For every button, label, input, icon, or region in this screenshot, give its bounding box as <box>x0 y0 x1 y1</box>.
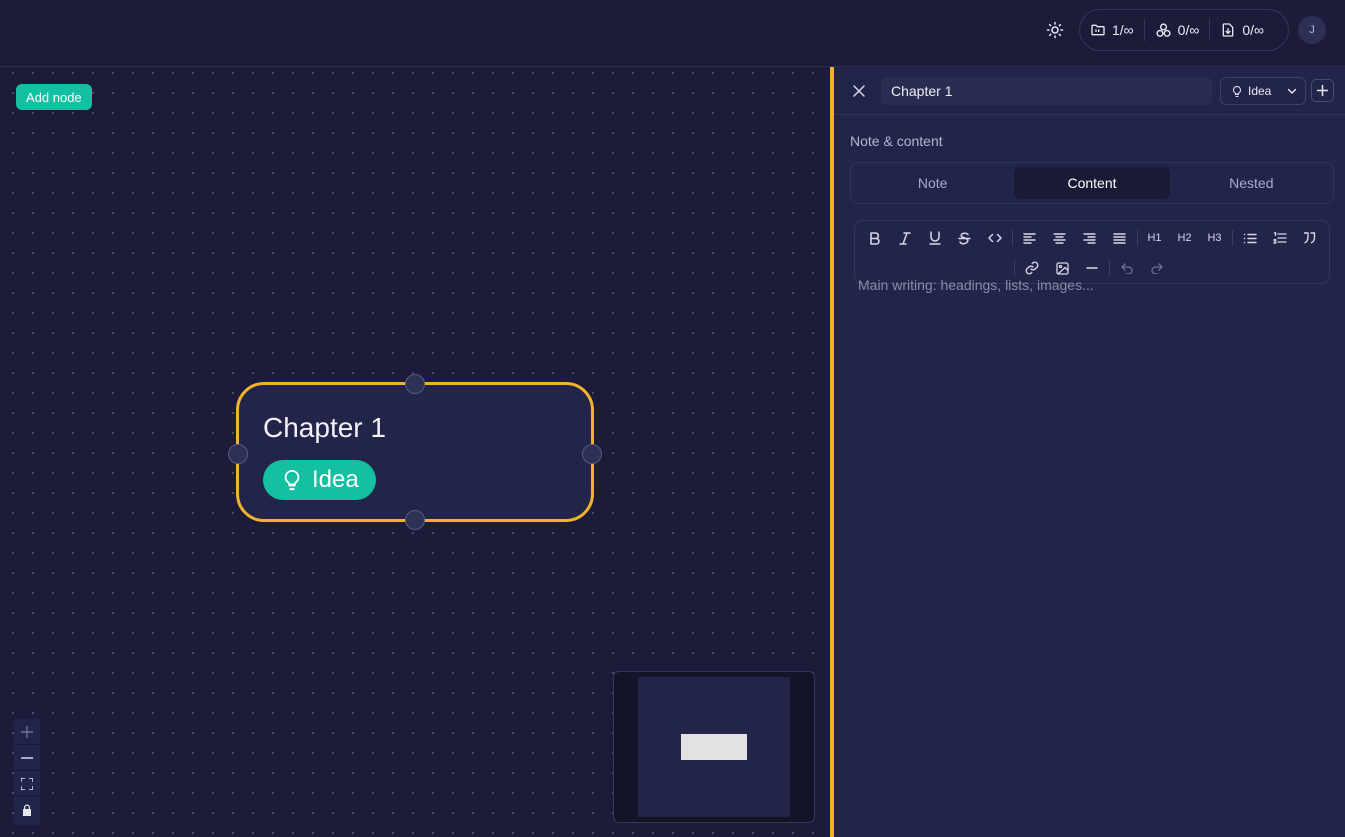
fit-view-button[interactable] <box>14 771 40 797</box>
heading-1-button[interactable]: H1 <box>1140 225 1170 251</box>
tab-note[interactable]: Note <box>855 167 1010 199</box>
zoom-in-button[interactable] <box>14 719 40 745</box>
quote-icon <box>1304 232 1316 244</box>
undo-icon <box>1121 262 1133 274</box>
lightbulb-icon <box>1233 85 1241 97</box>
undo-button[interactable] <box>1112 255 1142 281</box>
panel-header: Idea <box>834 67 1345 115</box>
heading-3-button[interactable]: H3 <box>1200 225 1230 251</box>
redo-button[interactable] <box>1142 255 1172 281</box>
align-left-button[interactable] <box>1015 225 1045 251</box>
node-handle-left[interactable] <box>228 444 248 464</box>
toolbar-divider <box>1011 230 1013 246</box>
add-button[interactable] <box>1311 79 1334 102</box>
blockquote-button[interactable] <box>1295 225 1325 251</box>
minimap[interactable] <box>613 671 815 823</box>
node-type-badge: Idea <box>263 460 376 500</box>
fit-view-icon <box>21 777 33 790</box>
image-icon <box>1055 261 1069 275</box>
usage-projects: 1/∞ <box>1080 10 1144 50</box>
zoom-in-icon <box>21 725 33 738</box>
file-download-icon <box>1222 23 1234 37</box>
heading-3-icon: H3 <box>1207 232 1222 244</box>
node-type-select-value: Idea <box>1248 84 1272 98</box>
toolbar-divider <box>1231 230 1233 246</box>
bold-button[interactable] <box>860 225 890 251</box>
usage-projects-value: 1/∞ <box>1112 22 1134 38</box>
underline-icon <box>928 231 941 245</box>
tab-content[interactable]: Content <box>1014 167 1170 199</box>
close-icon <box>853 85 865 97</box>
zoom-out-button[interactable] <box>14 745 40 771</box>
node-handle-bottom[interactable] <box>405 510 425 530</box>
redo-icon <box>1151 262 1163 274</box>
ordered-list-icon <box>1272 232 1287 244</box>
usage-nodes-value: 0/∞ <box>1177 22 1200 38</box>
underline-button[interactable] <box>920 225 950 251</box>
toolbar-divider <box>1014 260 1015 276</box>
bold-icon <box>869 231 880 245</box>
theme-toggle-button[interactable] <box>1042 17 1068 43</box>
lightbulb-icon <box>284 469 300 491</box>
sun-icon <box>1046 21 1064 39</box>
nodes-icon <box>1156 22 1171 37</box>
toolbar-divider <box>1136 230 1138 246</box>
node-handle-top[interactable] <box>405 374 425 394</box>
align-right-button[interactable] <box>1075 225 1105 251</box>
heading-1-icon: H1 <box>1147 232 1162 244</box>
align-left-icon <box>1023 232 1036 244</box>
align-center-button[interactable] <box>1045 225 1075 251</box>
editor-toolbar: H1 H2 H3 <box>854 220 1330 284</box>
top-bar: 1/∞ 0/∞ 0/∞ J <box>0 0 1345 67</box>
lock-icon <box>23 804 31 816</box>
tab-nested[interactable]: Nested <box>1174 167 1329 199</box>
plus-icon <box>1317 85 1328 96</box>
usage-nodes: 0/∞ <box>1143 19 1210 41</box>
code-button[interactable] <box>980 225 1010 251</box>
node-title: Chapter 1 <box>263 412 386 443</box>
heading-2-icon: H2 <box>1177 232 1192 244</box>
lock-button[interactable] <box>14 797 40 823</box>
toolbar-divider <box>1109 260 1110 276</box>
align-justify-icon <box>1113 232 1126 244</box>
content-tabs: Note Content Nested <box>850 162 1334 204</box>
heading-2-button[interactable]: H2 <box>1170 225 1200 251</box>
usage-limits: 1/∞ 0/∞ 0/∞ <box>1079 9 1289 51</box>
minimap-node <box>681 734 747 760</box>
chevron-down-icon <box>1287 88 1297 94</box>
bullet-list-icon <box>1243 233 1257 243</box>
usage-exports-value: 0/∞ <box>1242 22 1264 38</box>
node-title-input[interactable] <box>881 77 1212 105</box>
add-node-button[interactable]: Add node <box>16 84 92 110</box>
align-right-icon <box>1083 232 1096 244</box>
align-center-icon <box>1053 232 1066 244</box>
zoom-out-icon <box>21 756 33 759</box>
avatar[interactable]: J <box>1298 16 1326 44</box>
horizontal-rule-icon <box>1086 267 1098 269</box>
flow-canvas[interactable]: Add node Chapter 1 Idea <box>0 67 830 837</box>
node-type-select[interactable]: Idea <box>1220 77 1306 105</box>
folder-icon <box>1091 24 1105 36</box>
node-type-label: Idea <box>312 466 359 493</box>
align-justify-button[interactable] <box>1105 225 1135 251</box>
close-panel-button[interactable] <box>848 81 870 101</box>
italic-button[interactable] <box>890 225 920 251</box>
ordered-list-button[interactable] <box>1265 225 1295 251</box>
strikethrough-button[interactable] <box>950 225 980 251</box>
strikethrough-icon <box>958 232 971 245</box>
bullet-list-button[interactable] <box>1235 225 1265 251</box>
link-icon <box>1025 261 1039 275</box>
italic-icon <box>898 231 911 245</box>
section-label: Note & content <box>850 133 943 149</box>
content-editor[interactable]: Main writing: headings, lists, images... <box>858 277 1094 293</box>
code-icon <box>987 233 1002 243</box>
usage-exports: 0/∞ <box>1209 19 1274 41</box>
canvas-controls <box>14 719 40 825</box>
node-card[interactable]: Chapter 1 Idea <box>228 374 602 530</box>
node-handle-right[interactable] <box>582 444 602 464</box>
node-detail-panel: Idea Note & content Note Content Nested <box>834 67 1345 837</box>
